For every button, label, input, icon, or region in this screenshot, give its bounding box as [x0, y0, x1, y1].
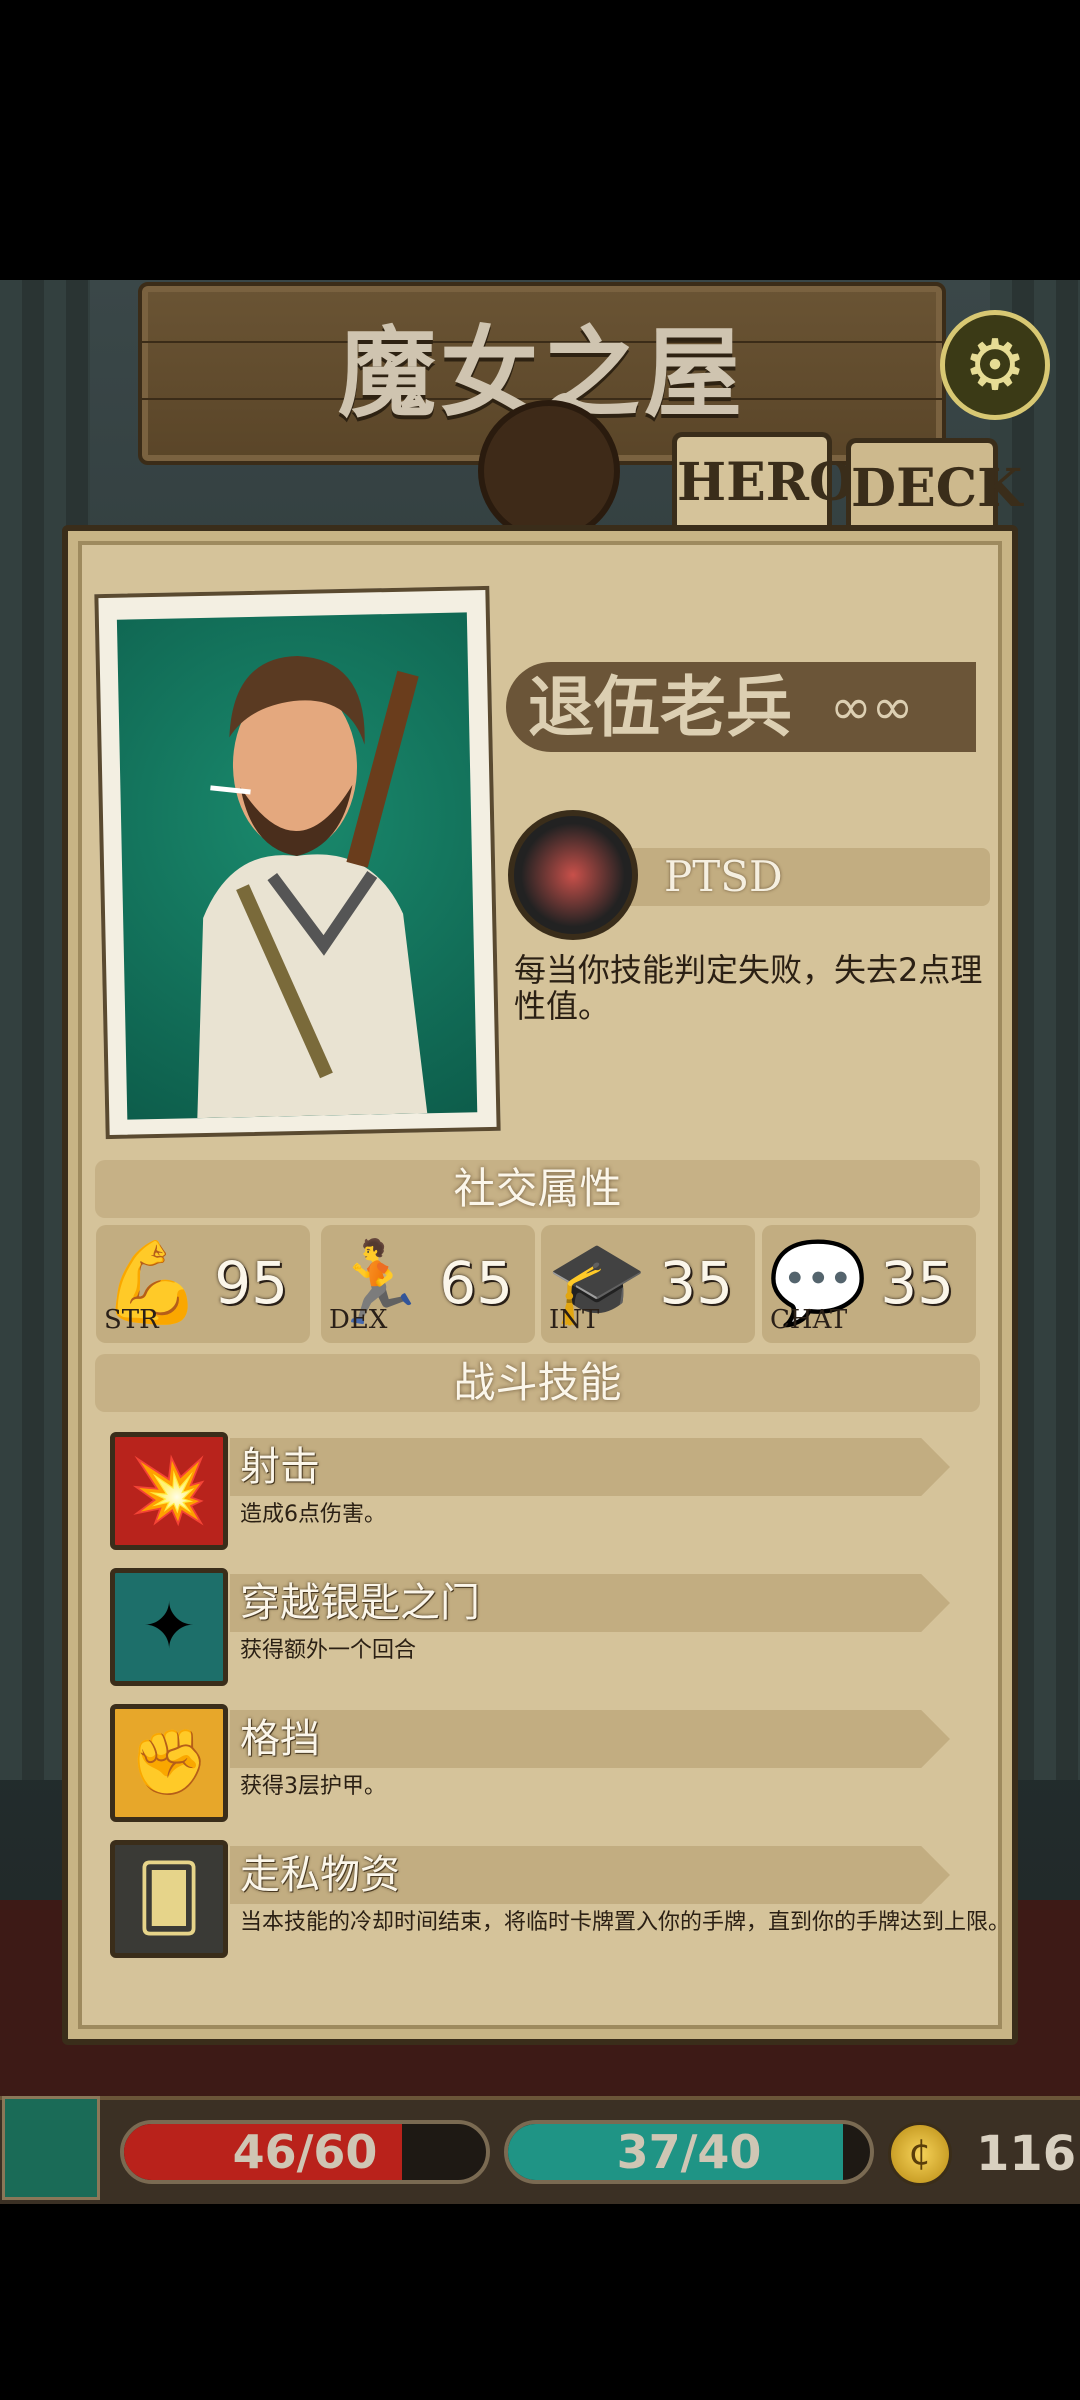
stat-value: 65 — [439, 1249, 513, 1317]
gold-amount: 116 — [976, 2126, 1077, 2182]
social-attributes-header: 社交属性 — [95, 1160, 980, 1218]
stat-label: INT — [549, 1305, 600, 1335]
stat-chat[interactable]: 💬 CHAT 35 — [762, 1225, 976, 1343]
skill-description: 获得3层护甲。 — [240, 1774, 386, 1799]
hero-portrait-illustration — [197, 655, 428, 1119]
skill-description: 造成6点伤害。 — [240, 1502, 386, 1527]
skill-item[interactable]: ✦ 穿越银匙之门 获得额外一个回合 — [110, 1568, 970, 1686]
stat-label: STR — [104, 1305, 159, 1335]
cards-fan-icon: 🂠 — [110, 1840, 228, 1958]
stat-value: 35 — [659, 1249, 733, 1317]
health-text: 46/60 — [232, 2125, 378, 2179]
block-arms-icon: ✊ — [110, 1704, 228, 1822]
trait-name: PTSD — [664, 852, 783, 901]
skill-description: 获得额外一个回合 — [240, 1638, 417, 1663]
gunshot-icon: 💥 — [110, 1432, 228, 1550]
sanity-bar: 37/40 — [504, 2120, 874, 2184]
skill-item[interactable]: 🂠 走私物资 当本技能的冷却时间结束，将临时卡牌置入你的手牌，直到你的手牌达到上… — [110, 1840, 1010, 1958]
sign-ornament — [478, 400, 620, 542]
trait-description: 每当你技能判定失败，失去2点理性值。 — [514, 951, 983, 1025]
skill-item[interactable]: 💥 射击 造成6点伤害。 — [110, 1432, 970, 1550]
banner-flourish-icon: ∞∞ — [830, 678, 914, 736]
stat-label: DEX — [329, 1305, 388, 1335]
stat-value: 35 — [880, 1249, 954, 1317]
health-bar: 46/60 — [120, 2120, 490, 2184]
skill-name: 穿越银匙之门 — [240, 1580, 480, 1626]
gold-coin-icon: ¢ — [888, 2122, 952, 2186]
hero-portrait-frame — [94, 585, 501, 1140]
skill-name: 格挡 — [240, 1716, 320, 1762]
skill-name: 射击 — [240, 1444, 320, 1490]
skill-item[interactable]: ✊ 格挡 获得3层护甲。 — [110, 1704, 970, 1822]
trait-bar — [580, 848, 990, 906]
skill-description: 当本技能的冷却时间结束，将临时卡牌置入你的手牌，直到你的手牌达到上限。 — [240, 1910, 1011, 1935]
hero-avatar[interactable] — [2, 2096, 100, 2200]
stat-dex[interactable]: 🏃 DEX 65 — [321, 1225, 535, 1343]
skill-bar — [230, 1438, 950, 1496]
skill-name: 走私物资 — [240, 1852, 400, 1898]
ptsd-trait-icon[interactable] — [508, 810, 638, 940]
combat-skills-header: 战斗技能 — [95, 1354, 980, 1412]
stat-int[interactable]: 🎓 INT 35 — [541, 1225, 755, 1343]
stat-value: 95 — [214, 1249, 288, 1317]
stat-label: CHAT — [770, 1305, 848, 1335]
tab-deck[interactable]: DECK — [846, 438, 1022, 538]
portal-card-icon: ✦ — [110, 1568, 228, 1686]
sanity-text: 37/40 — [616, 2125, 762, 2179]
stat-str[interactable]: 💪 STR 95 — [96, 1225, 310, 1343]
tab-hero[interactable]: HERO — [672, 432, 854, 532]
hero-portrait — [116, 612, 478, 1120]
settings-gear-icon[interactable]: ⚙ — [940, 310, 1050, 420]
skill-bar — [230, 1710, 950, 1768]
hero-class-name: 退伍老兵 — [528, 668, 792, 746]
